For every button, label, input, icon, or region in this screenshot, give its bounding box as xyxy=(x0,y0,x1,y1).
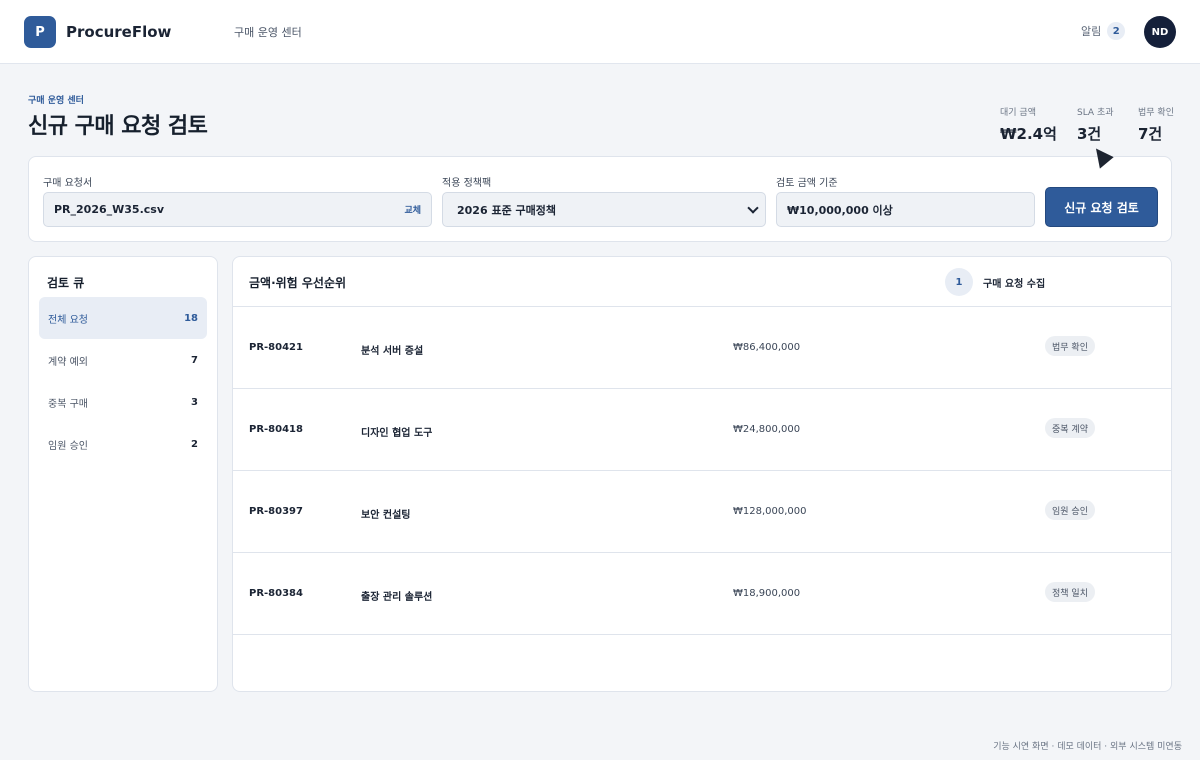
request-list-panel: 금액·위험 우선순위 1 구매 요청 수집 PR-80421 분석 서버 증설 … xyxy=(232,256,1172,692)
policy-select[interactable]: 2026 표준 구매정책 xyxy=(442,192,766,227)
table-row[interactable]: PR-80418 디자인 협업 도구 ₩24,800,000 중복 계약 xyxy=(233,389,1171,471)
request-amount: ₩128,000,000 xyxy=(733,506,807,517)
policy-field-label: 적용 정책팩 xyxy=(442,178,492,189)
stat-pending-amount: 대기 금액 ₩2.4억 xyxy=(1000,105,1057,144)
footer-note: 기능 시연 화면 · 데모 데이터 · 외부 시스템 미연동 xyxy=(993,742,1182,752)
breadcrumb: 구매 운영 센터 xyxy=(28,96,84,106)
filter-panel: 구매 요청서 PR_2026_W35.csv 교체 적용 정책팩 2026 표준… xyxy=(28,156,1172,242)
stat-legal-review: 법무 확인 7건 xyxy=(1138,105,1174,144)
status-badge: 법무 확인 xyxy=(1045,336,1095,356)
file-field-label: 구매 요청서 xyxy=(43,178,93,189)
threshold-input[interactable]: ₩10,000,000 이상 xyxy=(776,192,1035,227)
queue-title: 검토 큐 xyxy=(47,276,85,290)
queue-item-count: 2 xyxy=(191,438,198,450)
stat-value: ₩2.4억 xyxy=(1000,125,1057,143)
table-row[interactable]: PR-80421 분석 서버 증설 ₩86,400,000 법무 확인 xyxy=(233,307,1171,389)
request-name: 보안 컨설팅 xyxy=(361,510,411,521)
alerts-count-badge: 2 xyxy=(1107,22,1126,40)
step-number-badge: 1 xyxy=(945,268,973,296)
queue-item-label: 전체 요청 xyxy=(48,314,88,326)
table-row[interactable]: PR-80384 출장 관리 솔루션 ₩18,900,000 정책 일치 xyxy=(233,553,1171,635)
file-input[interactable]: PR_2026_W35.csv 교체 xyxy=(43,192,432,227)
alerts-button[interactable]: 알림 2 xyxy=(1081,22,1126,40)
queue-item-exec-approval[interactable]: 임원 승인 2 xyxy=(39,423,207,465)
queue-item-count: 7 xyxy=(191,354,198,366)
request-amount: ₩24,800,000 xyxy=(733,424,801,435)
stat-sla-overdue: SLA 초과 3건 xyxy=(1077,105,1114,144)
request-id: PR-80418 xyxy=(249,424,303,435)
chevron-down-icon xyxy=(747,201,759,214)
alerts-label: 알림 xyxy=(1081,25,1102,38)
threshold-value: ₩10,000,000 이상 xyxy=(787,203,893,217)
request-amount: ₩18,900,000 xyxy=(733,588,801,599)
status-badge: 중복 계약 xyxy=(1045,418,1095,438)
list-title: 금액·위험 우선순위 xyxy=(249,276,347,290)
threshold-field-label: 검토 금액 기준 xyxy=(776,178,838,189)
stat-label: 대기 금액 xyxy=(1000,108,1036,118)
table-row[interactable]: PR-80397 보안 컨설팅 ₩128,000,000 임원 승인 xyxy=(233,471,1171,553)
stat-label: SLA 초과 xyxy=(1077,108,1114,118)
request-name: 디자인 협업 도구 xyxy=(361,428,433,439)
request-id: PR-80397 xyxy=(249,506,303,517)
request-id: PR-80421 xyxy=(249,342,303,353)
file-name: PR_2026_W35.csv xyxy=(54,203,165,216)
replace-file-link[interactable]: 교체 xyxy=(404,203,421,216)
queue-item-label: 계약 예외 xyxy=(48,356,88,368)
top-bar: P ProcureFlow 구매 운영 센터 알림 2 ND xyxy=(0,0,1200,64)
request-amount: ₩86,400,000 xyxy=(733,342,801,353)
stat-value: 3건 xyxy=(1077,125,1102,143)
page-title: 신규 구매 요청 검토 xyxy=(28,114,208,139)
user-avatar[interactable]: ND xyxy=(1144,16,1176,48)
stat-label: 법무 확인 xyxy=(1138,108,1174,118)
status-badge: 임원 승인 xyxy=(1045,500,1095,520)
review-queue-panel: 검토 큐 전체 요청 18 계약 예외 7 중복 구매 3 임원 승인 2 xyxy=(28,256,218,692)
nav-link-ops-center[interactable]: 구매 운영 센터 xyxy=(234,24,302,40)
request-name: 출장 관리 솔루션 xyxy=(361,592,433,603)
queue-item-label: 임원 승인 xyxy=(48,440,88,452)
stat-value: 7건 xyxy=(1138,125,1163,143)
queue-item-count: 3 xyxy=(191,396,198,408)
request-id: PR-80384 xyxy=(249,588,303,599)
queue-item-duplicate[interactable]: 중복 구매 3 xyxy=(39,381,207,423)
request-name: 분석 서버 증설 xyxy=(361,346,424,357)
app-name[interactable]: ProcureFlow xyxy=(66,23,171,41)
app-logo[interactable]: P xyxy=(24,16,56,48)
queue-item-contract-exception[interactable]: 계약 예외 7 xyxy=(39,339,207,381)
list-header: 금액·위험 우선순위 1 구매 요청 수집 xyxy=(233,257,1171,307)
policy-selected-value: 2026 표준 구매정책 xyxy=(457,203,556,217)
step-label: 구매 요청 수집 xyxy=(983,279,1046,290)
status-badge: 정책 일치 xyxy=(1045,582,1095,602)
review-new-requests-button[interactable]: 신규 요청 검토 xyxy=(1045,187,1158,227)
queue-item-count: 18 xyxy=(184,312,198,324)
queue-item-label: 중복 구매 xyxy=(48,398,88,410)
queue-item-all[interactable]: 전체 요청 18 xyxy=(39,297,207,339)
